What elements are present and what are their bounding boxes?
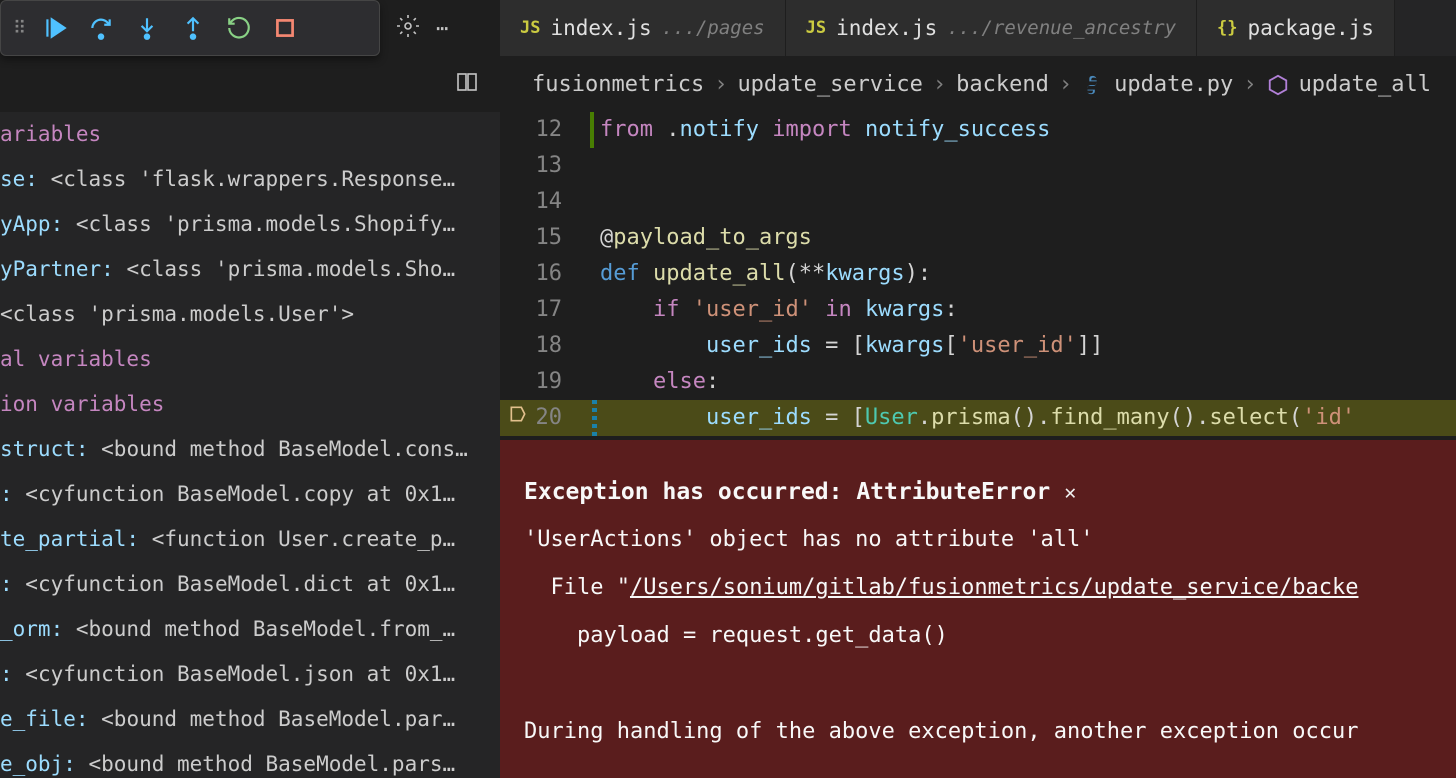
variable-row[interactable]: al variables (0, 337, 500, 382)
tab-filename: index.js (836, 16, 937, 40)
variable-row[interactable]: <class 'prisma.models.User'> (0, 292, 500, 337)
variable-row[interactable]: : <cyfunction BaseModel.copy at 0x1… (0, 472, 500, 517)
line-number: 17 (500, 292, 590, 328)
variable-row[interactable]: e_obj: <bound method BaseModel.pars… (0, 742, 500, 778)
toolbar-extras: ⋯ (380, 0, 464, 56)
error-message: 'UserActions' object has no attribute 'a… (524, 520, 1432, 560)
line-number: 18 (500, 328, 590, 364)
step-out-button[interactable] (172, 7, 214, 49)
variable-row[interactable]: yApp: <class 'prisma.models.Shopify… (0, 202, 500, 247)
line-number: 19 (500, 364, 590, 400)
variable-row[interactable]: _orm: <bound method BaseModel.from_… (0, 607, 500, 652)
tab-path: .../revenue_ancestry (947, 17, 1176, 39)
chevron-right-icon: › (933, 72, 946, 97)
more-icon[interactable]: ⋯ (436, 16, 448, 40)
chevron-right-icon: › (714, 72, 727, 97)
step-into-button[interactable] (126, 7, 168, 49)
json-file-icon: {} (1217, 18, 1237, 38)
variables-panel: ariablesse: <class 'flask.wrappers.Respo… (0, 112, 500, 778)
variable-row[interactable]: : <cyfunction BaseModel.json at 0x1… (0, 652, 500, 697)
variable-row[interactable]: yPartner: <class 'prisma.models.Sho… (0, 247, 500, 292)
exception-panel: Exception has occurred: AttributeError ✕… (500, 440, 1456, 778)
variable-row[interactable]: te_partial: <function User.create_p… (0, 517, 500, 562)
tab-path: .../pages (662, 17, 765, 39)
error-title: Exception has occurred: AttributeError (524, 472, 1050, 512)
settings-icon[interactable] (396, 14, 420, 43)
error-title-row: Exception has occurred: AttributeError ✕ (524, 472, 1432, 512)
breadcrumb: fusionmetrics › update_service › backend… (500, 56, 1456, 112)
line-number: 16 (500, 256, 590, 292)
code-editor[interactable]: 12from .notify import notify_success1314… (500, 112, 1456, 440)
breadcrumb-segment[interactable]: backend (956, 72, 1049, 97)
split-editor-icon[interactable] (455, 70, 479, 98)
error-spacer (524, 760, 1432, 778)
editor-tabs: JS index.js .../pages JS index.js .../re… (500, 0, 1456, 56)
code-line[interactable]: 18 user_ids = [kwargs['user_id']] (500, 328, 1456, 364)
modified-line-indicator (592, 400, 597, 436)
code-content (590, 184, 600, 220)
python-file-icon (1082, 72, 1104, 97)
error-panel-arrow (632, 440, 660, 442)
variable-row[interactable]: struct: <bound method BaseModel.cons… (0, 427, 500, 472)
code-line[interactable]: 14 (500, 184, 1456, 220)
line-number: 14 (500, 184, 590, 220)
debug-toolbar: ⠿ (0, 0, 380, 56)
breadcrumb-file[interactable]: update.py (1114, 72, 1233, 97)
variable-row[interactable]: : <cyfunction BaseModel.dict at 0x1… (0, 562, 500, 607)
close-icon[interactable]: ✕ (1064, 472, 1076, 512)
line-number: 13 (500, 148, 590, 184)
step-over-button[interactable] (80, 7, 122, 49)
code-content: from .notify import notify_success (590, 112, 1050, 148)
variable-row[interactable]: ariables (0, 112, 500, 157)
code-line[interactable]: 17 if 'user_id' in kwargs: (500, 292, 1456, 328)
tab-package[interactable]: {} package.js (1197, 0, 1395, 56)
code-content: user_ids = [kwargs['user_id']] (590, 328, 1103, 364)
restart-button[interactable] (218, 7, 260, 49)
code-content: user_ids = [User.prisma().find_many().se… (590, 400, 1355, 436)
code-line[interactable]: 13 (500, 148, 1456, 184)
code-content: @payload_to_args (590, 220, 812, 256)
error-file-link[interactable]: /Users/sonium/gitlab/fusionmetrics/updat… (630, 575, 1358, 600)
code-line[interactable]: 16def update_all(**kwargs): (500, 256, 1456, 292)
code-content: def update_all(**kwargs): (590, 256, 931, 292)
variable-row[interactable]: e_file: <bound method BaseModel.par… (0, 697, 500, 742)
tab-filename: index.js (550, 16, 651, 40)
variable-row[interactable]: se: <class 'flask.wrappers.Response… (0, 157, 500, 202)
error-during: During handling of the above exception, … (524, 712, 1432, 752)
code-line[interactable]: 19 else: (500, 364, 1456, 400)
js-file-icon: JS (520, 18, 540, 38)
chevron-right-icon: › (1059, 72, 1072, 97)
code-content (590, 148, 600, 184)
error-code-line: payload = request.get_data() (524, 616, 1432, 656)
line-number: 15 (500, 220, 590, 256)
code-line[interactable]: 12from .notify import notify_success (500, 112, 1456, 148)
breadcrumb-segment[interactable]: fusionmetrics (532, 72, 704, 97)
continue-button[interactable] (34, 7, 76, 49)
breadcrumb-segment[interactable]: update_service (737, 72, 922, 97)
tab-filename: package.js (1248, 16, 1374, 40)
js-file-icon: JS (806, 18, 826, 38)
error-trace-line: File "/Users/sonium/gitlab/fusionmetrics… (524, 568, 1432, 608)
stop-button[interactable] (264, 7, 306, 49)
code-content: else: (590, 364, 719, 400)
code-content: if 'user_id' in kwargs: (590, 292, 958, 328)
variable-row[interactable]: ion variables (0, 382, 500, 427)
drag-handle-icon[interactable]: ⠿ (9, 18, 30, 39)
symbol-method-icon (1267, 72, 1289, 97)
breadcrumb-symbol[interactable]: update_all (1299, 72, 1431, 97)
tab-index-revenue[interactable]: JS index.js .../revenue_ancestry (786, 0, 1197, 56)
error-spacer (524, 664, 1432, 704)
code-line[interactable]: 20 user_ids = [User.prisma().find_many()… (500, 400, 1456, 436)
tab-index-pages[interactable]: JS index.js .../pages (500, 0, 786, 56)
chevron-right-icon: › (1243, 72, 1256, 97)
line-number: 12 (500, 112, 590, 148)
code-line[interactable]: 15@payload_to_args (500, 220, 1456, 256)
breakpoint-indicator-icon[interactable] (508, 400, 528, 436)
